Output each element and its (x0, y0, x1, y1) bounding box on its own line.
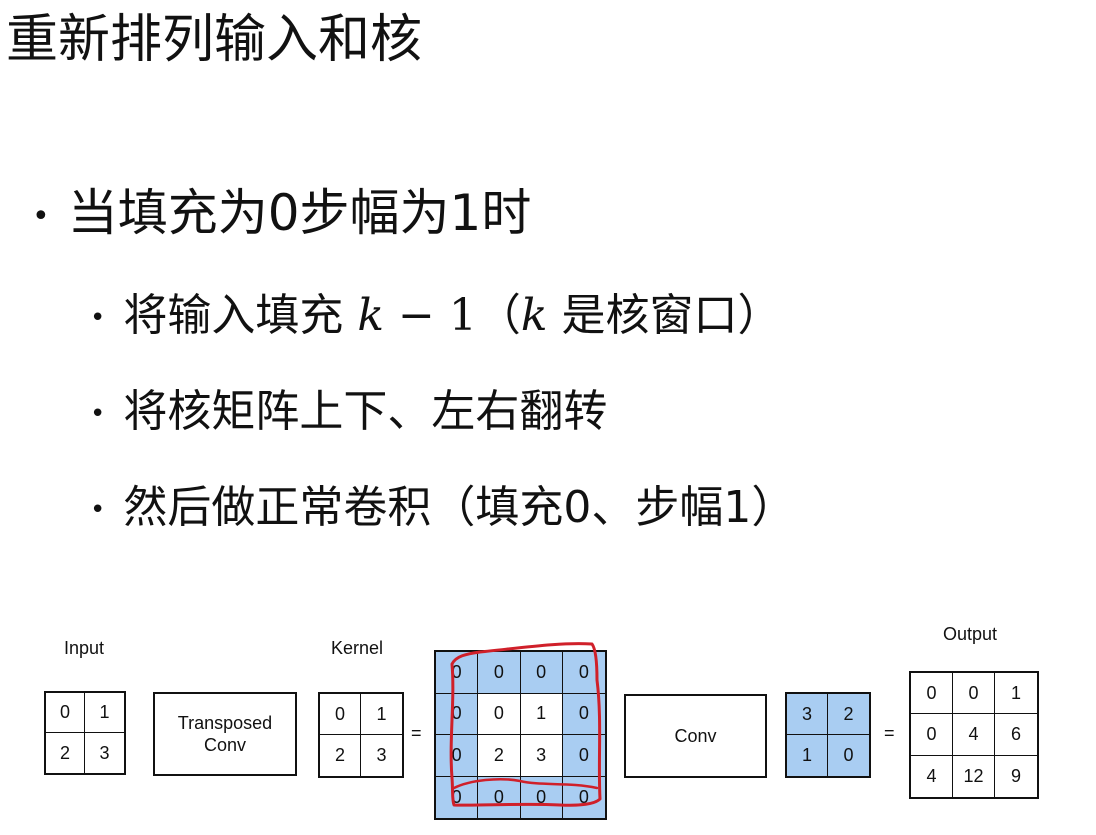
padded-cell-2-0: 0 (436, 735, 479, 777)
input-cell-1-0: 2 (46, 733, 85, 773)
bullet-dot: • (90, 303, 106, 333)
padded-input-matrix: 0000001002300000 (434, 650, 607, 820)
kernel-label: Kernel (331, 638, 384, 658)
output-cell-1-1: 4 (953, 714, 995, 756)
flipped-cell-1-0: 1 (787, 735, 828, 776)
flipped-kernel-matrix: 3210 (785, 692, 871, 778)
transposed-conv-label-2: Conv (203, 735, 247, 755)
padded-cell-3-2: 0 (520, 776, 563, 818)
kernel-cell-0-1: 1 (361, 694, 402, 735)
sub-bullet-1-rest: 是核窗口） (547, 290, 782, 341)
padded-cell-1-3: 0 (562, 693, 605, 735)
kernel-cell-1-0: 2 (320, 735, 361, 776)
equals-sign-1: = (411, 723, 422, 743)
input-label: Input (64, 638, 105, 658)
bullet-dot: • (90, 399, 106, 429)
output-cell-1-0: 0 (911, 714, 953, 756)
kernel-cell-1-1: 3 (376, 745, 387, 765)
sub-bullet-3-text: 然后做正常卷积（填充0、步幅1） (123, 482, 796, 533)
input-matrix: 0123 (44, 691, 126, 775)
output-cell-2-2: 9 (1010, 765, 1021, 786)
flipped-cell-0-1: 2 (828, 694, 869, 735)
padded-cell-1-2: 1 (520, 693, 563, 735)
sub-bullet-3: • 然后做正常卷积（填充0、步幅1） (90, 476, 795, 542)
sub-bullet-1-pre: 将输入填充 (123, 290, 358, 341)
math-minus-one: − 1 (384, 290, 477, 341)
bullet-1-text: 当填充为0步幅为1时 (67, 184, 532, 242)
kernel-cell-0-0: 0 (320, 694, 361, 735)
input-cell-0-1: 1 (85, 693, 124, 733)
sub-bullet-2-text: 将核矩阵上下、左右翻转 (123, 386, 608, 437)
bullet-1: • 当填充为0步幅为1时 (32, 178, 531, 252)
output-cell-2-0: 4 (911, 755, 953, 797)
math-k: k (357, 290, 385, 341)
conv-label: Conv (674, 726, 717, 746)
bullet-dot: • (32, 198, 50, 234)
flipped-cell-1-1: 0 (828, 735, 869, 776)
sub-bullet-1: • 将输入填充 k − 1（k 是核窗口） (90, 284, 782, 350)
padded-cell-0-2: 0 (520, 652, 563, 694)
output-matrix: 0 0 1 0 4 6 4 12 9 (909, 671, 1039, 799)
padded-cell-2-3: 0 (562, 735, 605, 777)
output-cell-1-2: 6 (995, 714, 1037, 756)
equals-sign-2: = (884, 723, 895, 743)
input-cell-0-0: 0 (46, 693, 85, 733)
padded-cell-1-1: 0 (478, 693, 521, 735)
padded-cell-3-0: 0 (436, 776, 479, 818)
bullet-dot: • (90, 495, 106, 525)
paren-open: （ (476, 290, 521, 341)
padded-cell-0-3: 0 (562, 652, 605, 694)
conv-box: Conv (624, 694, 767, 778)
output-cell-0-1: 0 (953, 673, 995, 715)
output-cell-0-0: 0 (911, 673, 953, 715)
padded-cell-0-0: 0 (436, 652, 479, 694)
kernel-matrix: 0123 (318, 692, 404, 778)
padded-cell-3-1: 0 (478, 776, 521, 818)
padded-cell-3-3: 0 (562, 776, 605, 818)
output-cell-0-2: 1 (995, 673, 1037, 715)
output-label: Output (943, 624, 998, 644)
math-k-2: k (520, 290, 548, 341)
page-title: 重新排列输入和核 (6, 10, 423, 70)
padded-cell-2-1: 2 (478, 735, 521, 777)
padded-cell-0-1: 0 (478, 652, 521, 694)
transposed-conv-box: Transposed Conv (153, 692, 297, 776)
output-cell-2-1: 12 (953, 755, 995, 797)
input-cell-1-1: 3 (99, 742, 110, 763)
padded-cell-1-0: 0 (436, 693, 479, 735)
sub-bullet-2: • 将核矩阵上下、左右翻转 (90, 380, 607, 446)
flipped-cell-0-0: 3 (787, 694, 828, 735)
padded-cell-2-2: 3 (520, 735, 563, 777)
transposed-conv-label-1: Transposed (177, 713, 273, 733)
